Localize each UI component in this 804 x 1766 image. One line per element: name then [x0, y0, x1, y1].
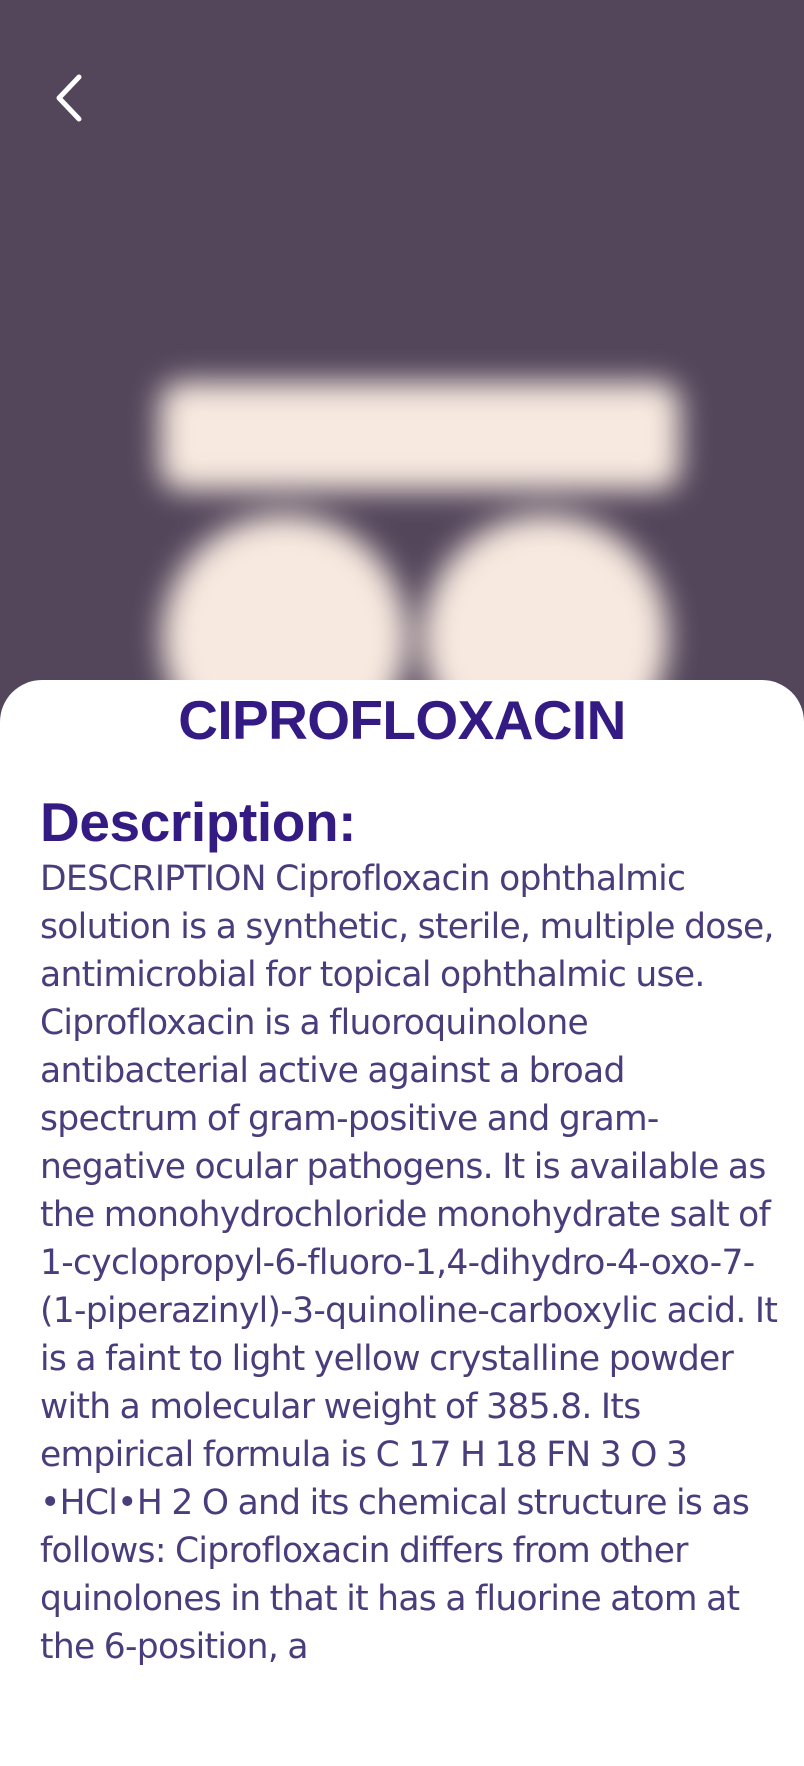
- description-text: DESCRIPTION Ciprofloxacin ophthalmic sol…: [40, 859, 778, 1667]
- hero-image-area: [0, 0, 804, 700]
- drug-name-title: CIPROFLOXACIN: [178, 689, 626, 751]
- drug-detail-screen: CIPROFLOXACIN Description: DESCRIPTION C…: [0, 0, 804, 1766]
- pill-image: [0, 0, 804, 700]
- description-heading: Description:: [40, 791, 357, 853]
- pill-round-right-shape: [423, 515, 668, 700]
- chevron-left-icon: [56, 74, 82, 122]
- pill-round-left-shape: [162, 515, 407, 700]
- pill-capsule-shape: [160, 382, 680, 490]
- drug-info-sheet: CIPROFLOXACIN Description: DESCRIPTION C…: [0, 680, 804, 1766]
- back-button[interactable]: [38, 68, 98, 128]
